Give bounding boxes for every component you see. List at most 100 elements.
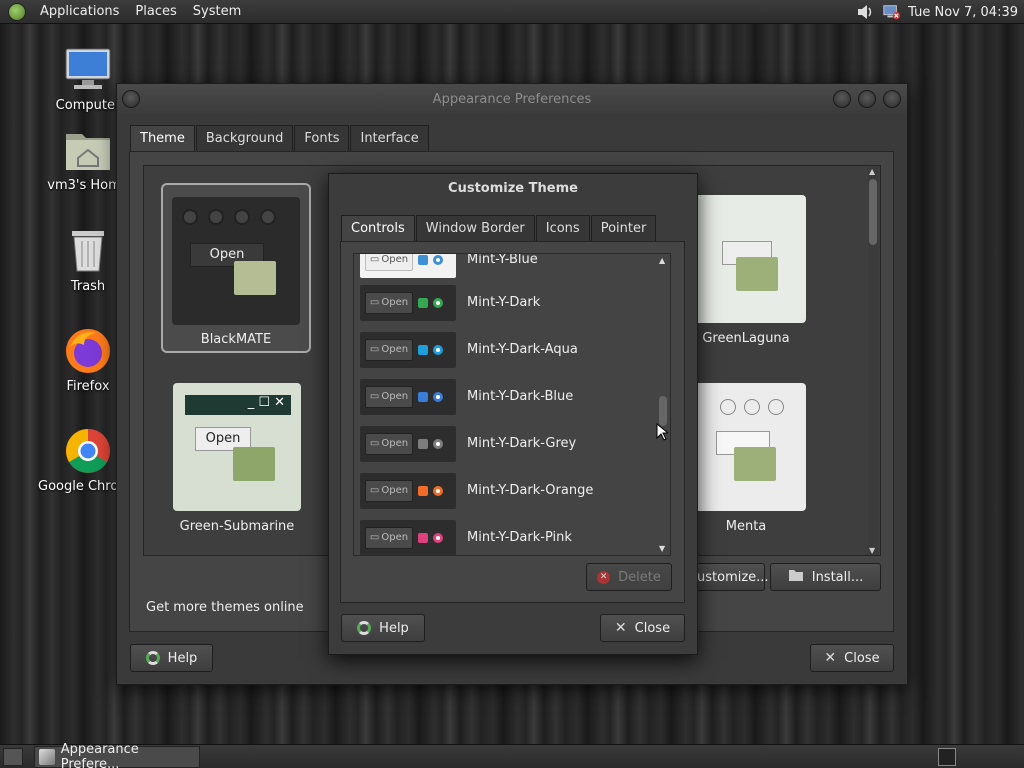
tab-background[interactable]: Background — [195, 125, 294, 151]
help-label: Help — [379, 620, 409, 636]
volume-icon[interactable] — [856, 3, 874, 21]
tab-theme[interactable]: Theme — [130, 125, 195, 151]
theme-name: Mint-Y-Dark-Grey — [467, 436, 577, 451]
help-icon — [357, 621, 372, 635]
network-icon[interactable] — [882, 3, 901, 21]
preview-open-button: ▭ Open — [365, 526, 413, 549]
mouse-pointer-icon — [656, 422, 670, 445]
minimize-button[interactable] — [833, 90, 851, 108]
preview-open-button: ▭ Open — [365, 338, 413, 361]
theme-preview: ▭ Open — [360, 284, 456, 321]
trash-icon — [64, 227, 112, 275]
theme-preview: ▭ Open — [360, 472, 456, 509]
scrollbar-thumb[interactable] — [869, 179, 877, 245]
checkbox-icon — [418, 297, 428, 308]
menu-applications[interactable]: Applications — [32, 4, 127, 19]
dialog-close-button[interactable]: ✕ Close — [600, 614, 685, 642]
list-item[interactable]: ▭ Open Mint-Y-Dark-Orange — [354, 467, 656, 514]
appearance-app-icon — [39, 749, 55, 765]
close-icon: ✕ — [824, 650, 837, 666]
help-button[interactable]: Help — [130, 644, 213, 672]
preview-open-button: ▭ Open — [365, 432, 413, 455]
controls-theme-list[interactable]: ▭ Open Mint-Y-Blue ▭ Open Mint-Y-Dark ▭ … — [353, 253, 671, 556]
window-title: Appearance Preferences — [432, 92, 592, 107]
show-desktop-icon[interactable] — [3, 748, 23, 766]
close-icon: ✕ — [614, 620, 627, 636]
close-window-button[interactable] — [883, 90, 901, 108]
top-panel: Applications Places System Tue Nov 7, 04… — [0, 0, 1024, 24]
preview-open-button: ▭ Open — [365, 254, 413, 271]
theme-list-scrollbar[interactable]: ▲ ▼ — [658, 254, 668, 555]
computer-icon — [64, 46, 112, 94]
checkbox-icon — [418, 485, 428, 496]
install-button[interactable]: Install... — [770, 563, 881, 591]
tab-interface[interactable]: Interface — [350, 125, 429, 151]
dialog-help-button[interactable]: Help — [341, 614, 425, 642]
folder-icon — [734, 447, 776, 481]
tab-icons[interactable]: Icons — [535, 215, 590, 241]
tab-fonts[interactable]: Fonts — [294, 125, 350, 151]
chrome-icon — [64, 427, 112, 475]
theme-preview: ▭ Open — [360, 254, 456, 278]
list-item[interactable]: ▭ Open Mint-Y-Dark-Blue — [354, 373, 656, 420]
list-item[interactable]: ▭ Open Mint-Y-Dark-Aqua — [354, 326, 656, 373]
scroll-up-arrow-icon[interactable]: ▲ — [869, 167, 875, 176]
dialog-tab-bar: Controls Window Border Icons Pointer — [341, 215, 657, 241]
radio-icon — [433, 297, 443, 308]
delete-button[interactable]: ✕ Delete — [586, 563, 672, 591]
checkbox-icon — [418, 254, 428, 265]
maximize-button[interactable] — [858, 90, 876, 108]
tab-controls[interactable]: Controls — [341, 215, 415, 241]
scroll-down-arrow-icon[interactable]: ▼ — [659, 544, 665, 553]
close-button[interactable]: ✕ Close — [810, 644, 894, 672]
theme-grid-scrollbar[interactable]: ▲ ▼ — [868, 167, 878, 555]
window-titlebar[interactable]: Appearance Preferences — [117, 84, 907, 116]
theme-thumbnail: Open — [172, 197, 300, 325]
firefox-icon — [64, 327, 112, 375]
folder-icon — [234, 261, 276, 295]
dialog-title[interactable]: Customize Theme — [329, 174, 697, 204]
theme-name: BlackMATE — [200, 332, 272, 347]
theme-name: Mint-Y-Dark-Orange — [467, 483, 594, 498]
theme-name: Green-Submarine — [179, 519, 295, 534]
taskbar-item-appearance[interactable]: Appearance Prefere... — [34, 742, 200, 768]
theme-name: Mint-Y-Dark-Aqua — [467, 342, 578, 357]
mate-logo-icon[interactable] — [8, 2, 26, 21]
close-label: Close — [634, 620, 671, 636]
list-item[interactable]: ▭ Open Mint-Y-Dark-Grey — [354, 420, 656, 467]
scroll-up-arrow-icon[interactable]: ▲ — [659, 256, 665, 265]
theme-name: Mint-Y-Dark-Pink — [467, 530, 572, 545]
checkbox-icon — [418, 438, 428, 449]
get-more-themes-link[interactable]: Get more themes online — [146, 600, 304, 615]
home-folder-icon — [64, 126, 112, 174]
workspace-switcher-icon[interactable] — [938, 748, 956, 766]
customize-button[interactable]: ustomize... — [690, 563, 769, 591]
taskbar-item-label: Appearance Prefere... — [60, 742, 139, 768]
theme-card-green-submarine[interactable]: _ ☐ ✕ Open Green-Submarine — [163, 383, 311, 543]
folder-open-icon — [788, 568, 804, 586]
scrollbar-thumb[interactable] — [659, 396, 667, 426]
tab-pointer[interactable]: Pointer — [590, 215, 657, 241]
list-item[interactable]: ▭ Open Mint-Y-Dark — [354, 279, 656, 326]
menu-system[interactable]: System — [185, 4, 249, 19]
theme-thumbnail — [694, 195, 806, 323]
theme-card-blackmate[interactable]: Open BlackMATE — [161, 183, 311, 353]
radio-icon — [433, 438, 443, 449]
window-menu-icon[interactable] — [122, 90, 140, 108]
theme-preview: ▭ Open — [360, 378, 456, 415]
clock[interactable]: Tue Nov 7, 04:39 — [908, 5, 1018, 20]
radio-icon — [433, 391, 443, 402]
theme-preview: ▭ Open — [360, 331, 456, 368]
preview-open-button: ▭ Open — [365, 385, 413, 408]
tab-window-border[interactable]: Window Border — [415, 215, 535, 241]
menu-places[interactable]: Places — [127, 4, 184, 19]
folder-icon — [233, 447, 275, 481]
delete-icon: ✕ — [597, 570, 611, 584]
list-item[interactable]: ▭ Open Mint-Y-Dark-Pink — [354, 514, 656, 555]
checkbox-icon — [418, 344, 428, 355]
checkbox-icon — [418, 532, 428, 543]
checkbox-icon — [418, 391, 428, 402]
scroll-down-arrow-icon[interactable]: ▼ — [869, 546, 875, 555]
radio-icon — [433, 254, 443, 265]
customize-label: ustomize... — [697, 569, 769, 585]
